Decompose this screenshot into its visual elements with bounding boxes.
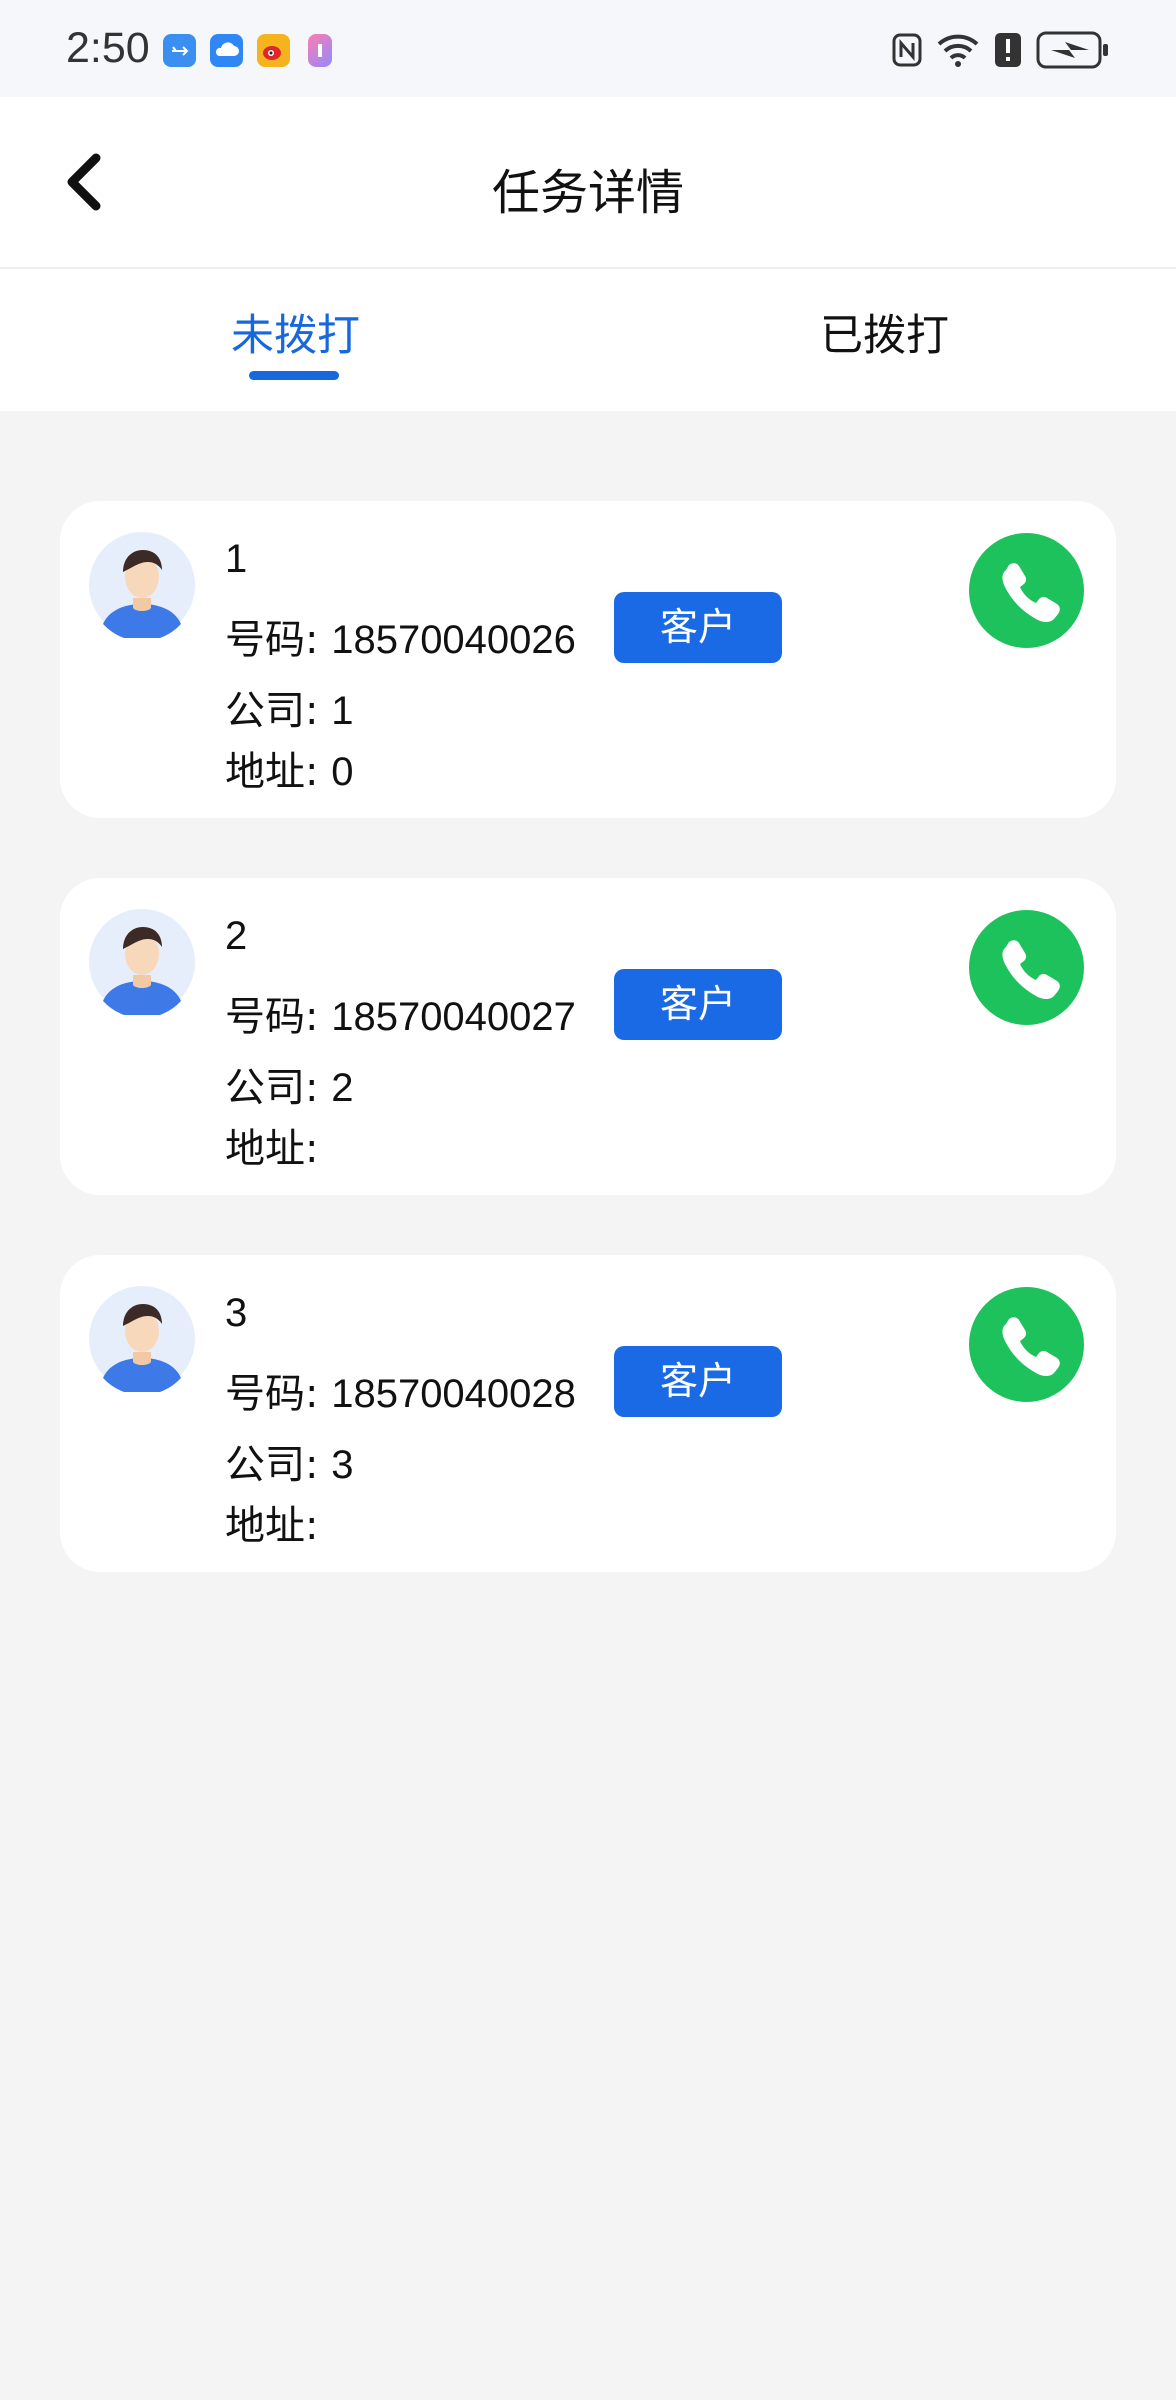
active-tab-indicator	[249, 371, 339, 380]
tab-dialed[interactable]: 已拨打	[820, 301, 949, 363]
phone-call-icon[interactable]	[969, 910, 1084, 1025]
phone-call-icon[interactable]	[969, 533, 1084, 648]
status-time: 2:50	[66, 24, 150, 72]
phone-label: 号码:	[225, 1371, 319, 1417]
company-label: 公司:	[225, 688, 319, 734]
phone-label: 号码:	[225, 994, 319, 1040]
app-icon	[308, 34, 332, 67]
wifi-icon	[937, 34, 979, 67]
weibo-icon	[257, 34, 290, 67]
status-bar: 2:50	[0, 0, 1176, 97]
contact-card[interactable]: 3 号码: 18570040028 客户 公司: 3 地址:	[60, 1255, 1116, 1572]
nav-header: 任务详情	[0, 97, 1176, 269]
customer-tag: 客户	[614, 969, 782, 1040]
phone-row: 号码: 18570040028	[225, 1361, 576, 1419]
address-label: 地址:	[225, 749, 319, 795]
customer-tag: 客户	[614, 592, 782, 663]
customer-tag: 客户	[614, 1346, 782, 1417]
avatar	[89, 1286, 195, 1392]
address-label: 地址:	[225, 1126, 319, 1172]
usb-icon	[163, 34, 196, 67]
status-icons	[892, 28, 1110, 72]
company-row: 公司: 1	[225, 678, 353, 736]
cloud-icon	[210, 34, 243, 67]
alert-icon	[995, 33, 1021, 67]
tab-not-dialed[interactable]: 未拨打	[231, 301, 360, 363]
battery-charging-icon	[1036, 31, 1108, 69]
contact-card[interactable]: 2 号码: 18570040027 客户 公司: 2 地址:	[60, 878, 1116, 1195]
company-label: 公司:	[225, 1442, 319, 1488]
company-value: 3	[331, 1443, 354, 1487]
avatar	[89, 909, 195, 1015]
phone-number: 18570040026	[331, 618, 576, 662]
company-value: 2	[331, 1066, 354, 1110]
address-label: 地址:	[225, 1503, 319, 1549]
address-row: 地址: 0	[225, 739, 353, 797]
company-row: 公司: 3	[225, 1432, 353, 1490]
phone-number: 18570040027	[331, 995, 576, 1039]
phone-call-icon[interactable]	[969, 1287, 1084, 1402]
nfc-icon	[892, 33, 922, 67]
phone-row: 号码: 18570040027	[225, 984, 576, 1042]
page-title: 任务详情	[491, 165, 684, 221]
company-row: 公司: 2	[225, 1055, 353, 1113]
contact-name: 3	[225, 1291, 248, 1335]
tab-bar: 未拨打 已拨打	[0, 269, 1176, 411]
company-label: 公司:	[225, 1065, 319, 1111]
address-row: 地址:	[225, 1493, 318, 1551]
phone-row: 号码: 18570040026	[225, 607, 576, 665]
phone-label: 号码:	[225, 617, 319, 663]
company-value: 1	[331, 689, 354, 733]
contact-card[interactable]: 1 号码: 18570040026 客户 公司: 1 地址: 0	[60, 501, 1116, 818]
avatar	[89, 532, 195, 638]
address-value: 0	[331, 750, 354, 794]
contact-name: 2	[225, 914, 248, 958]
phone-number: 18570040028	[331, 1372, 576, 1416]
contact-name: 1	[225, 537, 248, 581]
address-row: 地址:	[225, 1116, 318, 1174]
